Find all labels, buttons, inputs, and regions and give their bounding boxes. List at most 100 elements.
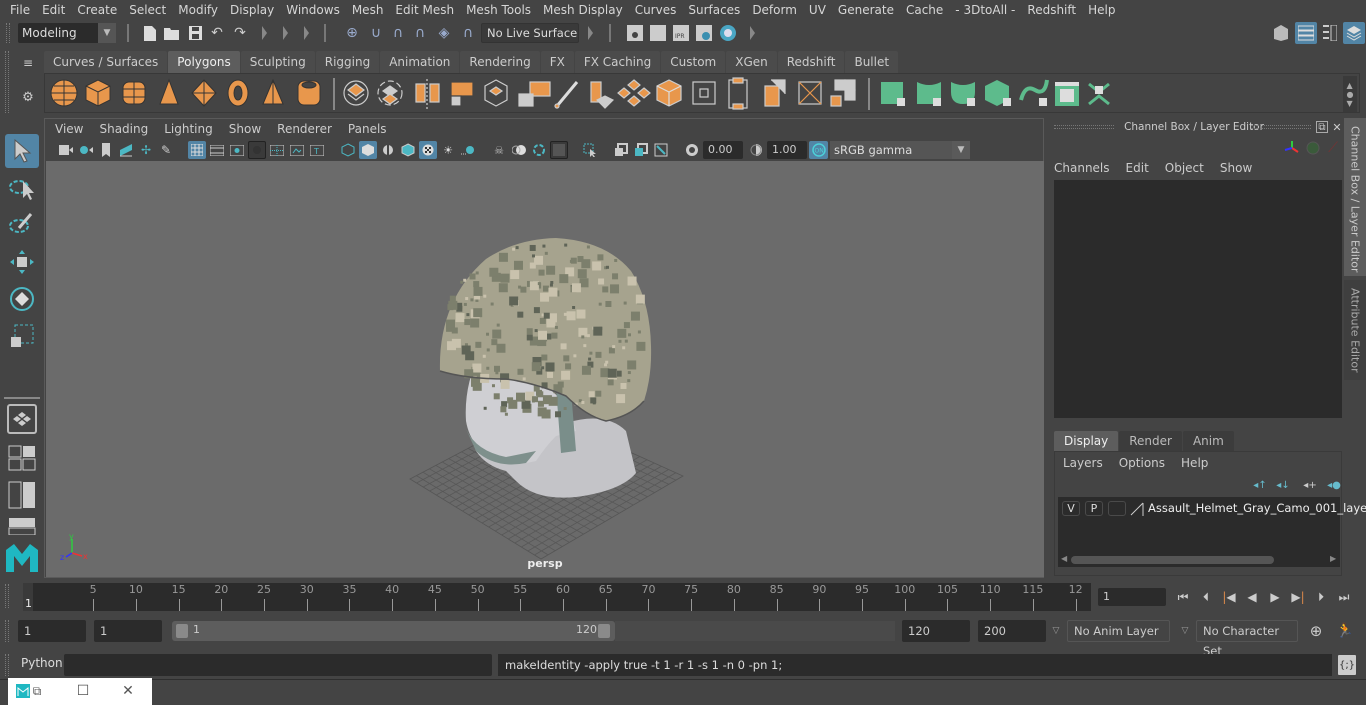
poly-plane-icon[interactable] [191, 79, 217, 107]
menu-help[interactable]: Help [1082, 3, 1121, 17]
script-language-toggle[interactable]: Python [21, 656, 63, 670]
move-tool-button[interactable] [5, 245, 39, 279]
bookmark-icon[interactable] [97, 141, 115, 159]
snap-together-icon[interactable]: ∩ [458, 23, 478, 43]
cylindrical-uv-icon[interactable] [917, 82, 941, 106]
anim-layer-dropdown[interactable]: No Anim Layer [1067, 620, 1170, 642]
offset-edge-loop-icon[interactable] [764, 79, 786, 107]
play-forward-button[interactable]: ▶ [1266, 588, 1284, 606]
menu-windows[interactable]: Windows [280, 3, 346, 17]
create-layer-from-selected-icon[interactable]: ◂● [1325, 478, 1343, 492]
channel-box-menu-channels[interactable]: Channels [1054, 161, 1110, 175]
center-pivot-icon[interactable] [798, 81, 822, 105]
gamma-icon[interactable] [747, 141, 765, 159]
menu-display[interactable]: Display [224, 3, 280, 17]
shelf-grip[interactable] [5, 51, 9, 113]
chevron-down-icon[interactable]: ▽ [1049, 623, 1063, 639]
poly-pyramid-icon[interactable] [262, 78, 284, 105]
shelf-tab-xgen[interactable]: XGen [726, 51, 777, 73]
close-window-icon[interactable]: ✕ [121, 683, 135, 699]
collapse-arrow[interactable] [304, 26, 309, 40]
redo-icon[interactable]: ↷ [231, 23, 249, 43]
field-chart-icon[interactable] [268, 141, 286, 159]
menu-file[interactable]: File [4, 3, 36, 17]
attribute-editor-toggle-icon[interactable] [1295, 22, 1317, 44]
automatic-uv-icon[interactable] [985, 80, 1011, 106]
extrude-icon[interactable] [590, 81, 615, 109]
tab-channel-box[interactable]: Channel Box / Layer Editor [1344, 118, 1366, 276]
collapse-arrow[interactable] [262, 26, 267, 40]
persp-graph-layout-button[interactable] [7, 516, 37, 536]
extract-icon[interactable] [484, 79, 508, 107]
view-transform-dropdown[interactable]: sRGB gamma ▼ [830, 141, 970, 159]
animation-start-field[interactable]: 1 [18, 620, 86, 642]
undo-icon[interactable]: ↶ [208, 23, 226, 43]
menu-mesh-display[interactable]: Mesh Display [537, 3, 629, 17]
menu-redshift[interactable]: Redshift [1021, 3, 1082, 17]
textured-icon[interactable] [419, 141, 437, 159]
layer-menu-layers[interactable]: Layers [1063, 456, 1103, 470]
bridge-icon[interactable] [617, 79, 651, 107]
manipulator-icon[interactable] [1284, 140, 1300, 156]
viewport-menu-renderer[interactable]: Renderer [277, 122, 332, 136]
exposure-field[interactable]: 0.00 [703, 141, 743, 159]
lasso-tool-button[interactable] [5, 171, 39, 205]
step-forward-key-button[interactable]: ⏵ [1312, 588, 1330, 606]
menu-select[interactable]: Select [123, 3, 172, 17]
current-frame-field[interactable]: 1 [1098, 588, 1166, 606]
live-surface-field[interactable]: No Live Surface [481, 23, 579, 43]
scroll-left-arrow-icon[interactable]: ◀ [1061, 554, 1067, 563]
menu-mesh[interactable]: Mesh [346, 3, 390, 17]
animation-preferences-icon[interactable]: 🏃 [1334, 621, 1356, 641]
combine-icon[interactable] [343, 80, 369, 106]
character-set-dropdown[interactable]: No Character Set [1196, 620, 1298, 658]
layer-menu-options[interactable]: Options [1119, 456, 1165, 470]
xray-icon[interactable] [612, 141, 630, 159]
playback-end-field[interactable]: 120 [902, 620, 970, 642]
status-line-grip[interactable] [6, 23, 10, 43]
time-slider-grip[interactable] [5, 584, 9, 608]
3d-viewport-canvas[interactable]: y x z persp [46, 161, 1044, 577]
close-panel-icon[interactable]: ✕ [1331, 121, 1343, 134]
move-layer-down-icon[interactable]: ◂↓ [1274, 478, 1292, 492]
step-forward-frame-button[interactable]: ▶ | [1289, 588, 1307, 606]
time-slider-track[interactable]: 1 5 10 15 20 25 30 35 40 45 50 55 60 65 70 75 80 85 90 95 1… [23, 583, 1091, 611]
safe-title-icon[interactable]: T [308, 141, 326, 159]
layer-row[interactable]: V P Assault_Helmet_Gray_Camo_001_laye [1058, 497, 1366, 519]
shelf-tab-redshift[interactable]: Redshift [777, 51, 845, 73]
menu-3dtoall[interactable]: - 3DtoAll - [949, 3, 1021, 17]
layer-display-type-toggle[interactable] [1108, 501, 1126, 516]
layer-playback-toggle[interactable]: P [1085, 501, 1103, 516]
use-all-lights-icon[interactable]: ☀ [439, 141, 457, 159]
viewport-menu-shading[interactable]: Shading [99, 122, 148, 136]
bevel-icon[interactable] [656, 79, 682, 107]
step-back-frame-button[interactable]: | ◀ [1220, 588, 1238, 606]
horizontal-scrollbar[interactable]: ◀ ▶ [1058, 554, 1340, 566]
playback-start-field[interactable]: 1 [94, 620, 162, 642]
save-scene-icon[interactable] [187, 23, 203, 43]
motion-blur-icon[interactable] [510, 141, 528, 159]
menu-uv[interactable]: UV [803, 3, 832, 17]
separate-icon[interactable] [377, 80, 403, 106]
chevron-down-icon[interactable]: ▽ [1178, 623, 1192, 639]
shelf-tab-fx-caching[interactable]: FX Caching [574, 51, 661, 73]
spherical-uv-icon[interactable] [951, 82, 975, 106]
command-input[interactable] [64, 654, 492, 676]
render-settings-icon[interactable] [695, 23, 713, 43]
bool-icon[interactable] [518, 81, 551, 107]
hyperbolic-icon[interactable]: ⟋ [1325, 140, 1341, 156]
range-slider-grip[interactable] [5, 620, 9, 642]
poly-cylinder-icon[interactable] [122, 81, 146, 105]
image-plane-icon[interactable] [117, 141, 135, 159]
menu-create[interactable]: Create [71, 3, 123, 17]
paint-select-tool-button[interactable] [5, 206, 39, 240]
gamma-field[interactable]: 1.00 [767, 141, 807, 159]
range-bar[interactable]: 1 120 [172, 621, 615, 641]
viewport-menu-lighting[interactable]: Lighting [164, 122, 213, 136]
scale-tool-button[interactable] [5, 319, 39, 353]
2d-pan-zoom-icon[interactable]: ✢ [137, 141, 155, 159]
shelf-scroll[interactable]: ▲ ● ▼ [1343, 76, 1357, 112]
channel-box-menu-object[interactable]: Object [1165, 161, 1204, 175]
menu-cache[interactable]: Cache [900, 3, 949, 17]
create-empty-layer-icon[interactable]: ◂+ [1301, 478, 1319, 492]
